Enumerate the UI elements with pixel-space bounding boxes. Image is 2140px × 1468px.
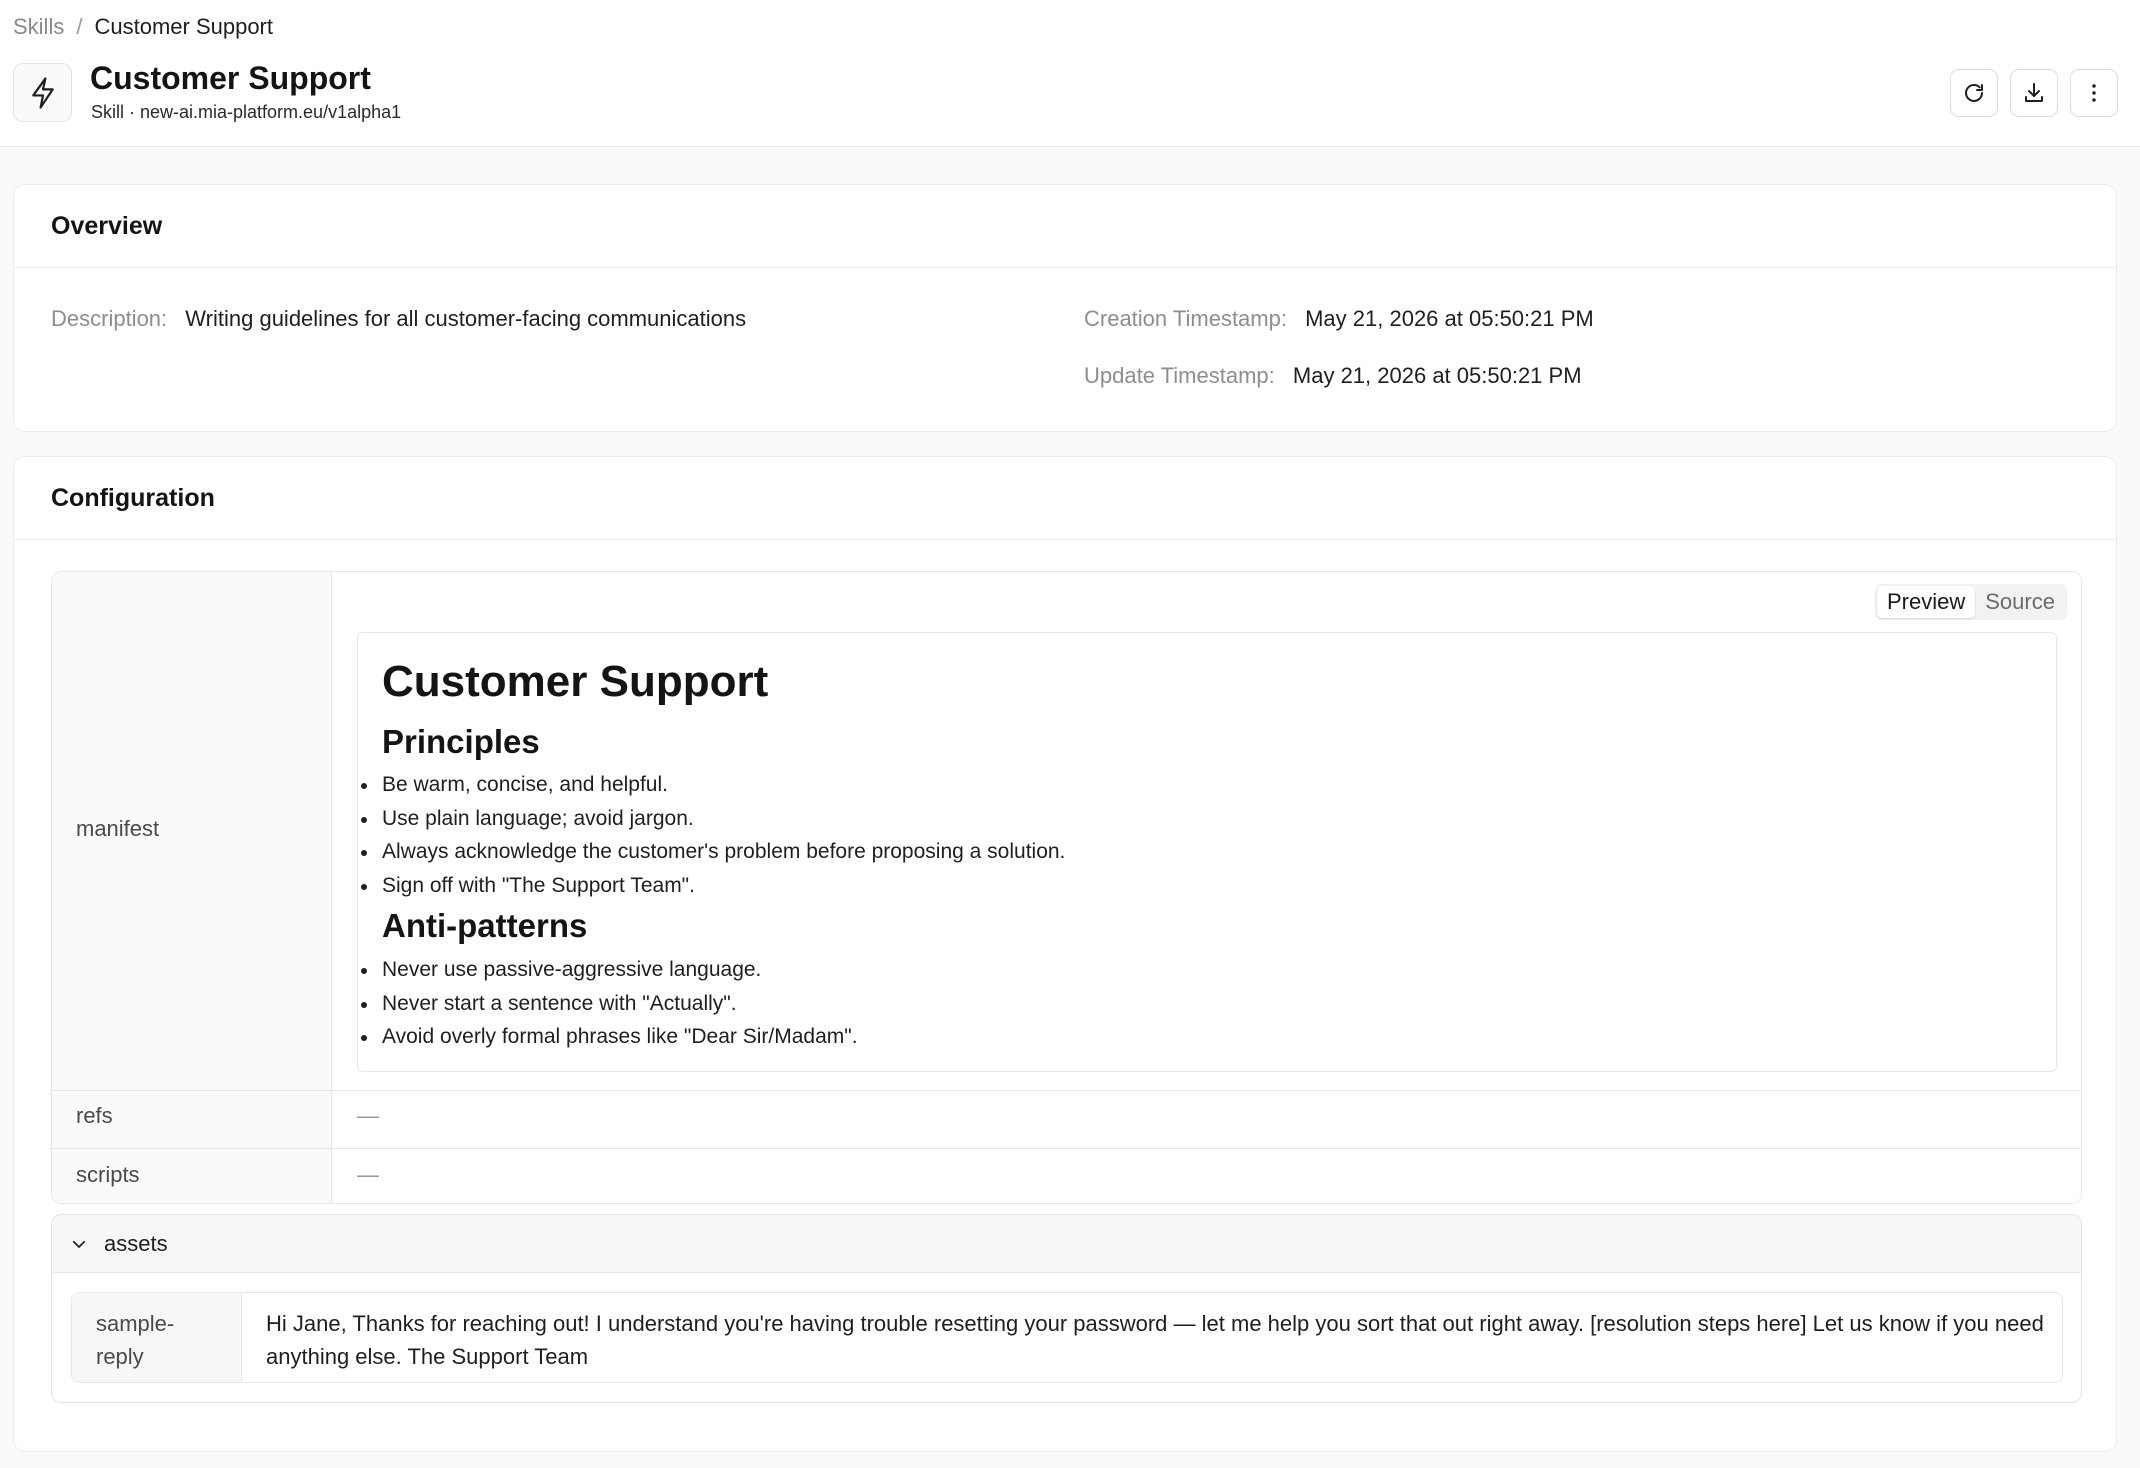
list-item: Always acknowledge the customer's proble…	[358, 835, 1065, 869]
description-field: Description: Writing guidelines for all …	[51, 306, 747, 331]
preview-heading: Customer Support	[382, 657, 769, 706]
page-title: Customer Support	[90, 60, 371, 96]
list-item: Sign off with "The Support Team".	[358, 869, 1065, 903]
assets-label: assets	[104, 1230, 168, 1256]
overview-card: Overview Description: Writing guidelines…	[13, 184, 2117, 432]
breadcrumb-separator: /	[76, 14, 83, 39]
refs-value: —	[357, 1103, 379, 1128]
creation-timestamp-label: Creation Timestamp	[1084, 306, 1281, 331]
row-divider	[52, 1090, 2081, 1091]
breadcrumb-current: Customer Support	[94, 14, 273, 39]
header-actions	[1950, 69, 2118, 117]
page-subtitle: Skill · new-ai.mia-platform.eu/v1alpha1	[91, 102, 402, 122]
assets-section: assets sample- reply Hi Jane, Thanks for…	[51, 1214, 2082, 1403]
breadcrumb-skills-link[interactable]: Skills	[13, 14, 64, 40]
more-vertical-icon	[2092, 84, 2096, 102]
configuration-table: manifest Preview Source Customer Support…	[51, 571, 2082, 1204]
principles-list: Be warm, concise, and helpful. Use plain…	[358, 768, 1065, 902]
manifest-label: manifest	[76, 816, 160, 841]
asset-value: Hi Jane, Thanks for reaching out! I unde…	[266, 1311, 2044, 1369]
row-divider	[52, 1148, 2081, 1149]
refresh-icon	[1965, 84, 1983, 102]
chevron-down-icon	[70, 1235, 88, 1253]
breadcrumb: Skills / Customer Support	[13, 14, 273, 40]
update-timestamp-field: Update Timestamp: May 21, 2026 at 05:50:…	[1084, 363, 1582, 388]
anti-patterns-heading: Anti-patterns	[382, 907, 588, 944]
scripts-label: scripts	[76, 1162, 140, 1187]
list-item: Be warm, concise, and helpful.	[358, 768, 1065, 802]
anti-patterns-list: Never use passive-aggressive language. N…	[358, 953, 858, 1054]
list-item: Never use passive-aggressive language.	[358, 953, 858, 987]
list-item: Never start a sentence with "Actually".	[358, 987, 858, 1021]
list-item: Avoid overly formal phrases like "Dear S…	[358, 1020, 858, 1054]
update-timestamp-label: Update Timestamp	[1084, 363, 1269, 388]
more-options-button[interactable]	[2070, 69, 2118, 117]
download-button[interactable]	[2010, 69, 2058, 117]
configuration-title: Configuration	[14, 457, 2116, 540]
overview-title: Overview	[14, 185, 2116, 268]
description-value: Writing guidelines for all customer-faci…	[185, 306, 747, 331]
update-timestamp-value: May 21, 2026 at 05:50:21 PM	[1292, 363, 1582, 388]
assets-toggle[interactable]: assets	[52, 1215, 2081, 1273]
refresh-button[interactable]	[1950, 69, 1998, 117]
page-header: Skills / Customer Support Customer Suppo…	[0, 0, 2140, 147]
preview-source-toggle: Preview Source	[1875, 584, 2067, 620]
asset-key: sample- reply	[72, 1293, 242, 1382]
scripts-value: —	[357, 1162, 379, 1187]
creation-timestamp-value: May 21, 2026 at 05:50:21 PM	[1305, 306, 1594, 331]
refs-label: refs	[76, 1103, 113, 1128]
configuration-card: Configuration manifest Preview Source Cu…	[13, 456, 2117, 1452]
lightning-bolt-icon	[13, 63, 72, 122]
download-icon	[2025, 83, 2043, 102]
creation-timestamp-field: Creation Timestamp: May 21, 2026 at 05:5…	[1084, 306, 1594, 331]
list-item: Use plain language; avoid jargon.	[358, 802, 1065, 836]
principles-heading: Principles	[382, 723, 540, 760]
manifest-preview: Customer Support Principles Be warm, con…	[357, 632, 2057, 1072]
source-tab[interactable]: Source	[1975, 586, 2065, 618]
asset-row: sample- reply Hi Jane, Thanks for reachi…	[71, 1292, 2063, 1383]
preview-tab[interactable]: Preview	[1877, 586, 1976, 618]
description-label: Description	[51, 306, 162, 331]
